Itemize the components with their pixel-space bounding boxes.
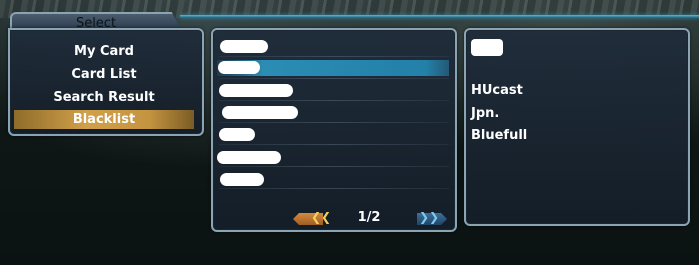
detail-language: Jpn. bbox=[471, 106, 500, 121]
menu-item-my-card[interactable]: My Card bbox=[14, 42, 194, 61]
player-detail-panel: HUcast Jpn. Bluefull bbox=[464, 28, 690, 226]
list-row[interactable] bbox=[217, 104, 449, 120]
menu-item-search-result[interactable]: Search Result bbox=[14, 88, 194, 107]
row-divider bbox=[219, 78, 449, 79]
redacted-player-name bbox=[471, 39, 503, 56]
pager: ❮❮ 1/2 ❯❯ bbox=[289, 210, 449, 226]
list-row[interactable] bbox=[217, 170, 449, 186]
redacted-name bbox=[219, 84, 293, 97]
select-menu-panel: My Card Card List Search Result Blacklis… bbox=[8, 28, 204, 136]
list-row[interactable] bbox=[217, 38, 449, 54]
menu-item-blacklist[interactable]: Blacklist bbox=[14, 110, 194, 129]
page-indicator: 1/2 bbox=[357, 210, 381, 225]
redacted-name bbox=[217, 151, 281, 164]
row-divider bbox=[219, 166, 449, 167]
row-divider bbox=[219, 144, 449, 145]
player-list-panel: ❮❮ 1/2 ❯❯ bbox=[211, 28, 457, 232]
list-row[interactable] bbox=[217, 82, 449, 98]
row-divider bbox=[219, 100, 449, 101]
redacted-name bbox=[218, 61, 260, 74]
row-divider bbox=[219, 56, 449, 57]
redacted-name bbox=[219, 128, 255, 141]
next-chevron-icon: ❯❯ bbox=[419, 210, 440, 224]
redacted-name bbox=[222, 106, 298, 119]
row-divider bbox=[219, 188, 449, 189]
list-row[interactable] bbox=[217, 126, 449, 142]
list-row[interactable] bbox=[217, 148, 449, 164]
redacted-name bbox=[220, 40, 268, 53]
detail-section-id: Bluefull bbox=[471, 128, 528, 143]
menu-item-card-list[interactable]: Card List bbox=[14, 65, 194, 84]
list-row-selected[interactable] bbox=[217, 60, 449, 76]
redacted-name bbox=[220, 173, 264, 186]
row-divider bbox=[219, 122, 449, 123]
top-rail bbox=[180, 15, 699, 18]
detail-class: HUcast bbox=[471, 83, 523, 98]
prev-chevron-icon: ❮❮ bbox=[311, 210, 332, 224]
